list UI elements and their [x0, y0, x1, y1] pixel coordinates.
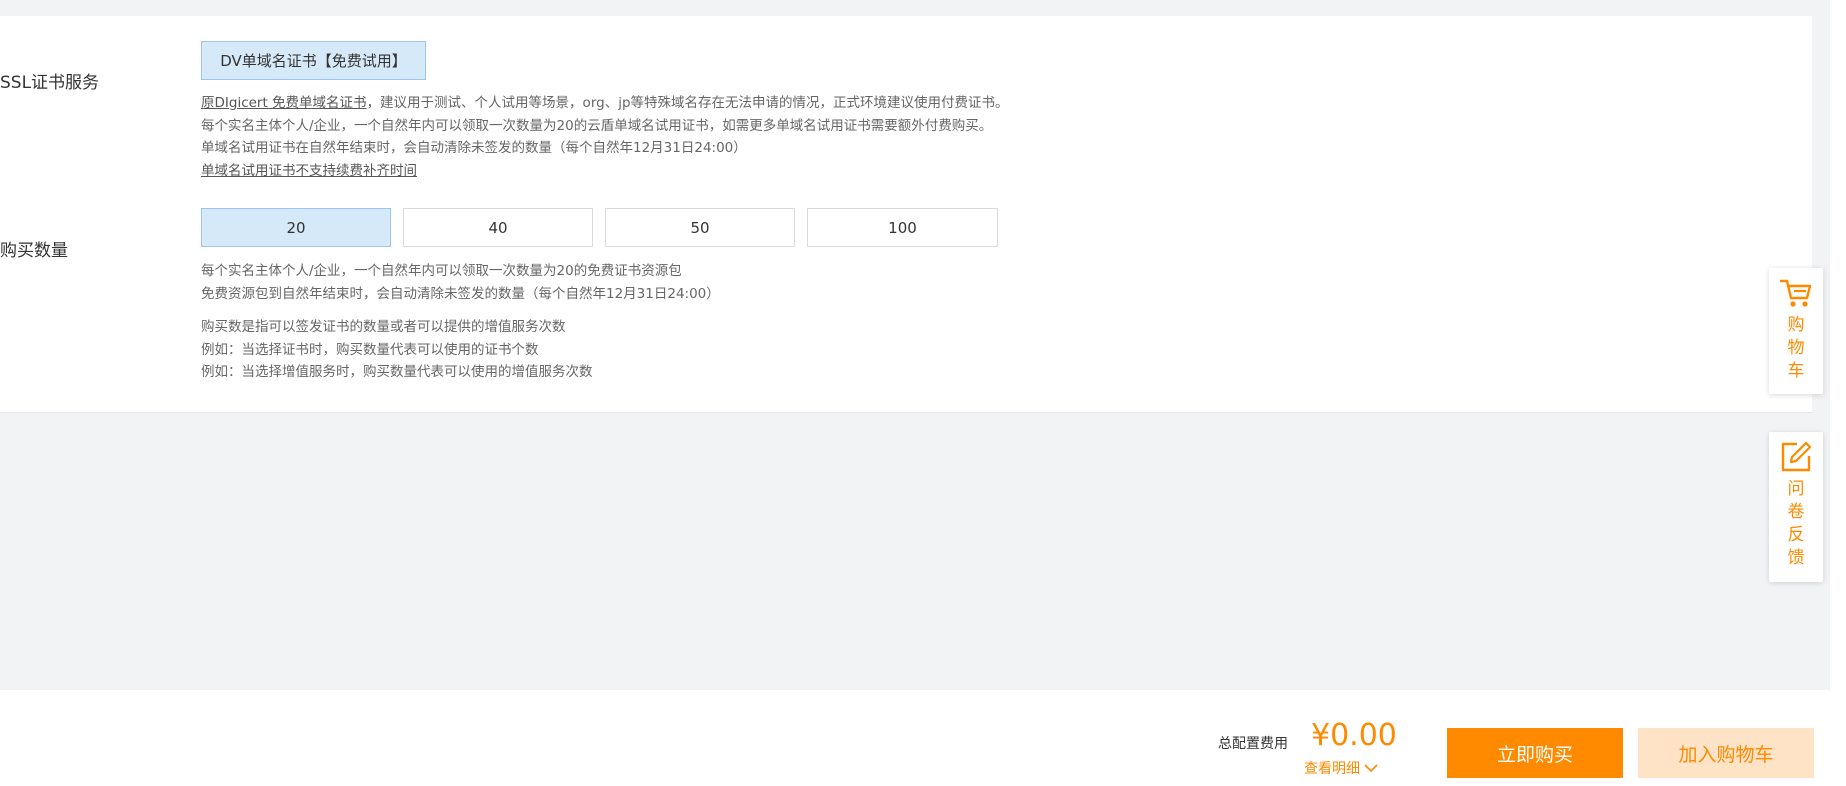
cart-widget-label: 购物车	[1787, 315, 1805, 381]
survey-widget-label: 问卷反馈	[1787, 479, 1805, 568]
ssl-description: 原DIgicert 免费单域名证书，建议用于测试、个人试用等场景，org、jp等…	[201, 92, 1009, 182]
quantity-label: 购买数量	[0, 241, 68, 261]
quantity-note: 每个实名主体个人/企业，一个自然年内可以领取一次数量为20的免费证书资源包	[201, 263, 682, 279]
shopping-cart-icon	[1779, 279, 1812, 307]
digicert-link[interactable]: 原DIgicert 免费单域名证书	[201, 95, 367, 111]
config-panel: SSL证书服务 DV单域名证书【免费试用】 原DIgicert 免费单域名证书，…	[0, 16, 1812, 413]
ssl-desc-line2: 每个实名主体个人/企业，一个自然年内可以领取一次数量为20的云盾单域名试用证书，…	[201, 117, 993, 134]
quantity-notes-free: 每个实名主体个人/企业，一个自然年内可以领取一次数量为20的免费证书资源包 免费…	[201, 260, 720, 305]
floating-cart-widget[interactable]: 购物车	[1769, 268, 1823, 394]
quantity-notes-explain: 购买数是指可以签发证书的数量或者可以提供的增值服务次数 例如：当选择证书时，购买…	[201, 316, 593, 384]
ssl-desc-line3: 单域名试用证书在自然年结束时，会自动清除未签发的数量（每个自然年12月31日24…	[201, 140, 747, 156]
edit-icon	[1781, 441, 1812, 472]
quantity-note: 例如：当选择证书时，购买数量代表可以使用的证书个数	[201, 341, 539, 358]
ssl-service-label: SSL证书服务	[0, 73, 100, 93]
chevron-down-icon	[1364, 764, 1378, 773]
view-details-link[interactable]: 查看明细	[1304, 758, 1378, 778]
total-price: ¥0.00	[1311, 718, 1397, 753]
add-to-cart-button[interactable]: 加入购物车	[1638, 728, 1814, 778]
quantity-option-100[interactable]: 100	[807, 208, 998, 247]
quantity-option-20[interactable]: 20	[201, 208, 391, 247]
ssl-option-dv-free[interactable]: DV单域名证书【免费试用】	[201, 41, 426, 80]
quantity-note: 例如：当选择增值服务时，购买数量代表可以使用的增值服务次数	[201, 364, 593, 380]
total-cost-label: 总配置费用	[1218, 736, 1288, 752]
scrollbar-track[interactable]	[1830, 0, 1846, 786]
quantity-note: 免费资源包到自然年结束时，会自动清除未签发的数量（每个自然年12月31日24:0…	[201, 285, 720, 302]
ssl-desc-line1: ，建议用于测试、个人试用等场景，org、jp等特殊域名存在无法申请的情况，正式环…	[366, 95, 1009, 111]
quantity-note: 购买数是指可以签发证书的数量或者可以提供的增值服务次数	[201, 319, 566, 335]
quantity-option-40[interactable]: 40	[403, 208, 593, 247]
no-renewal-link[interactable]: 单域名试用证书不支持续费补齐时间	[201, 163, 417, 179]
quantity-option-50[interactable]: 50	[605, 208, 795, 247]
buy-now-button[interactable]: 立即购买	[1447, 728, 1623, 778]
order-summary-bar: 总配置费用 ¥0.00 查看明细 立即购买 加入购物车	[0, 690, 1846, 786]
view-details-text: 查看明细	[1304, 761, 1360, 777]
floating-survey-widget[interactable]: 问卷反馈	[1769, 432, 1823, 582]
